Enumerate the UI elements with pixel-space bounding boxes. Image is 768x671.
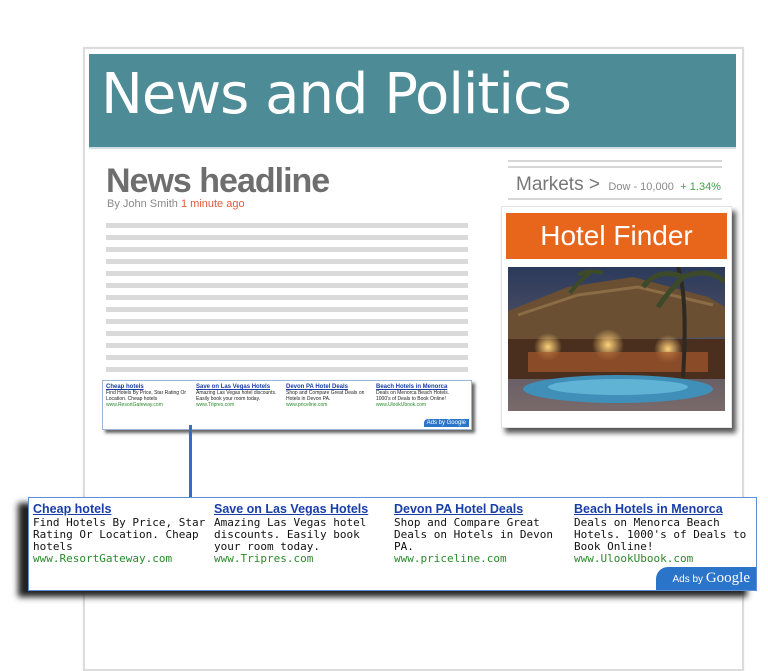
markets-change: + 1.34% xyxy=(680,181,721,193)
ad-title[interactable]: Save on Las Vegas Hotels xyxy=(214,502,392,517)
ad-url[interactable]: www.UlookUbook.com xyxy=(376,402,464,408)
badge-prefix: Ads by xyxy=(672,574,704,585)
ad-description: Find Hotels By Price, Star Rating Or Loc… xyxy=(106,390,187,402)
ad-url[interactable]: www.priceline.com xyxy=(394,553,572,565)
markets-divider xyxy=(508,166,722,168)
text-placeholder-line xyxy=(106,343,468,348)
ad-description: Shop and Compare Great Deals on Hotels i… xyxy=(286,390,365,402)
ads-by-google-badge[interactable]: Ads by Google xyxy=(423,419,469,427)
ad-url[interactable]: www.ResortGateway.com xyxy=(106,402,194,408)
ad-url[interactable]: www.priceline.com xyxy=(286,402,374,408)
ad-unit-zoomed[interactable]: Cheap hotels Find Hotels By Price, Star … xyxy=(28,497,757,591)
text-placeholder-line xyxy=(106,331,468,336)
text-placeholder-line xyxy=(106,307,468,312)
ad-title[interactable]: Cheap hotels xyxy=(33,502,211,517)
markets-ticker[interactable]: Markets > Dow - 10,000 + 1.34% xyxy=(516,174,721,196)
ad-description: Deals on Menorca Beach Hotels. 1000's of… xyxy=(376,390,450,402)
ad-url[interactable]: www.UlookUbook.com xyxy=(574,553,752,565)
ad-description: Amazing Las Vegas hotel discounts. Easil… xyxy=(196,390,277,402)
ad-item[interactable]: Devon PA Hotel Deals Shop and Compare Gr… xyxy=(286,384,374,408)
ad-item[interactable]: Beach Hotels in Menorca Deals on Menorca… xyxy=(376,384,464,408)
text-placeholder-line xyxy=(106,319,468,324)
article-byline: By John Smith 1 minute ago xyxy=(107,198,245,210)
ad-description: Find Hotels By Price, Star Rating Or Loc… xyxy=(33,516,206,553)
article-headline[interactable]: News headline xyxy=(106,162,330,201)
inline-ad-unit[interactable]: Cheap hotels Find Hotels By Price, Star … xyxy=(102,380,472,430)
text-placeholder-line xyxy=(106,259,468,264)
badge-brand: Google xyxy=(705,570,750,586)
ad-url[interactable]: www.Tripres.com xyxy=(214,553,392,565)
ad-title[interactable]: Devon PA Hotel Deals xyxy=(394,502,572,517)
site-title: News and Politics xyxy=(101,62,572,127)
text-placeholder-line xyxy=(106,367,468,372)
hotel-finder-title[interactable]: Hotel Finder xyxy=(506,213,727,259)
ad-item[interactable]: Save on Las Vegas Hotels Amazing Las Veg… xyxy=(196,384,284,408)
ad-description: Deals on Menorca Beach Hotels. 1000's of… xyxy=(574,516,747,553)
text-placeholder-line xyxy=(106,271,468,276)
text-placeholder-line xyxy=(106,235,468,240)
byline-time: 1 minute ago xyxy=(180,198,245,210)
ads-by-google-badge[interactable]: Ads by Google xyxy=(656,567,756,590)
site-banner: News and Politics xyxy=(89,54,736,149)
ad-url[interactable]: www.Tripres.com xyxy=(196,402,284,408)
markets-index: Dow - 10,000 xyxy=(608,181,674,193)
byline-author: By John Smith xyxy=(107,198,178,210)
text-placeholder-line xyxy=(106,223,468,228)
badge-brand: Google xyxy=(446,420,466,426)
text-placeholder-line xyxy=(106,283,468,288)
ad-item[interactable]: Cheap hotels Find Hotels By Price, Star … xyxy=(33,502,211,565)
text-placeholder-line xyxy=(106,247,468,252)
ad-item[interactable]: Save on Las Vegas Hotels Amazing Las Veg… xyxy=(214,502,392,565)
badge-prefix: Ads by xyxy=(426,420,445,426)
markets-divider xyxy=(508,160,722,162)
hotel-resort-image[interactable] xyxy=(508,267,725,411)
hotel-finder-widget[interactable]: Hotel Finder xyxy=(501,206,732,428)
ad-item[interactable]: Devon PA Hotel Deals Shop and Compare Gr… xyxy=(394,502,572,565)
ad-title[interactable]: Beach Hotels in Menorca xyxy=(574,502,752,517)
markets-divider xyxy=(508,198,722,200)
ad-url[interactable]: www.ResortGateway.com xyxy=(33,553,211,565)
text-placeholder-line xyxy=(106,355,468,360)
markets-label[interactable]: Markets > xyxy=(516,174,600,195)
ad-item[interactable]: Beach Hotels in Menorca Deals on Menorca… xyxy=(574,502,752,565)
ad-item[interactable]: Cheap hotels Find Hotels By Price, Star … xyxy=(106,384,194,408)
text-placeholder-line xyxy=(106,295,468,300)
ad-description: Amazing Las Vegas hotel discounts. Easil… xyxy=(214,516,367,553)
ad-description: Shop and Compare Great Deals on Hotels i… xyxy=(394,516,553,553)
